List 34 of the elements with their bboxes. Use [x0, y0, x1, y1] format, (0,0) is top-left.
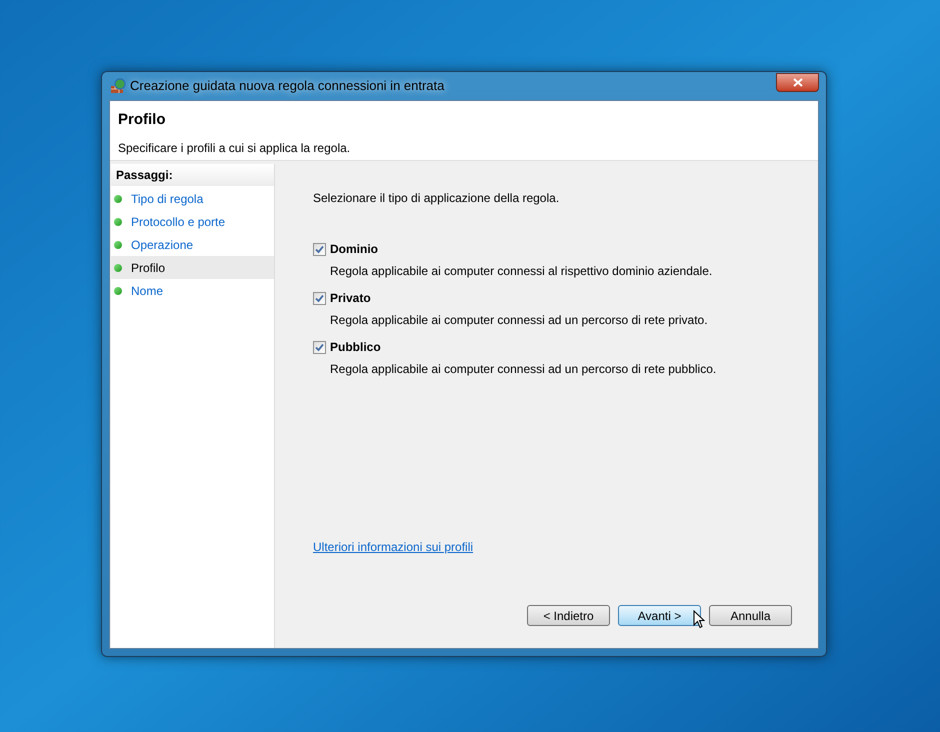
step-label: Profilo: [131, 260, 166, 276]
step-label: Protocollo e porte: [131, 214, 226, 230]
window-title: Creazione guidata nuova regola connessioni in entrata: [130, 77, 444, 96]
step-item[interactable]: Operazione: [111, 233, 274, 256]
page-title: Profilo: [118, 110, 166, 130]
step-label: Tipo di regola: [131, 190, 204, 208]
dialog-button[interactable]: < Indietro: [527, 605, 610, 626]
step-item[interactable]: Tipo di regola: [111, 187, 274, 210]
option-description: Regola applicabile ai computer connessi ad un percorso di rete privato.: [330, 312, 709, 329]
option-description: Regola applicabile ai computer connessi al rispettivo dominio aziendale.: [330, 263, 714, 280]
checkbox[interactable]: [313, 292, 326, 304]
option-label: Dominio: [330, 241, 378, 258]
option-label: Privato: [330, 290, 371, 307]
step-label: Nome: [131, 282, 164, 300]
prompt-text: Selezionare il tipo di applicazione della regola.: [313, 190, 560, 207]
option-description: Regola applicabile ai computer connessi ad un percorso di rete pubblico.: [330, 361, 718, 378]
step-item[interactable]: Profilo: [111, 256, 274, 279]
checkbox[interactable]: [313, 340, 326, 354]
dialog-button[interactable]: Annulla: [709, 605, 792, 626]
checkmark-icon: [315, 342, 324, 352]
step-label: Operazione: [131, 236, 194, 254]
option-label: Pubblico: [330, 339, 381, 356]
checkbox[interactable]: [313, 242, 326, 256]
checkmark-icon: [315, 294, 324, 302]
firewall-globe-icon: [110, 78, 126, 94]
dialog-button[interactable]: Avanti >: [618, 605, 701, 626]
page-subtitle: Specificare i profili a cui si applica la regola.: [118, 140, 352, 156]
info-link[interactable]: Ulteriori informazioni sui profili: [313, 538, 474, 556]
close-icon: [792, 78, 802, 86]
mouse-pointer-icon: [693, 610, 705, 629]
step-item[interactable]: Nome: [111, 279, 274, 302]
step-item[interactable]: Protocollo e porte: [111, 210, 274, 233]
checkmark-icon: [315, 244, 324, 254]
close-button[interactable]: [776, 72, 819, 92]
